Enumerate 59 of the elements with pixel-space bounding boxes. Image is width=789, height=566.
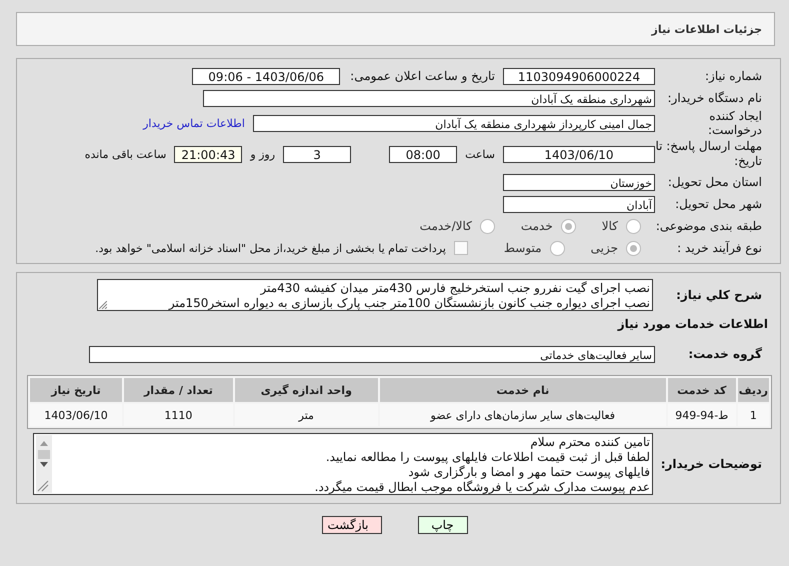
radio-button[interactable] <box>480 218 495 234</box>
column-header: ردیف <box>738 378 769 402</box>
remaining-time-field: 21:00:43 <box>174 146 242 162</box>
table-cell: 1403/06/10 <box>30 404 122 426</box>
description-field[interactable]: نصب اجرای گیت نفررو جنب استخرخلیج فارس 430متر میدان کفیشه 430متر نصب اجرای دیواره جنب کانون بازنشستگان 100متر جنب پارک بازسازی به دیواره استخر150متر <box>97 279 653 311</box>
field-label: توضیحات خریدار: <box>660 457 763 471</box>
days-field: 3 <box>283 146 352 162</box>
announce-date-field: 1403/06/06 - 09:06 <box>192 68 340 84</box>
table-cell: ط-94-949 <box>668 404 736 426</box>
field-label: شرح کلي نياز: <box>675 288 763 302</box>
field-label: ساعت باقی مانده <box>84 148 166 160</box>
resize-grip-icon[interactable] <box>99 301 107 309</box>
radio-label: خدمت <box>520 219 553 233</box>
field-label: ایجاد کننده درخواست: <box>707 109 763 137</box>
table-cell: 1 <box>738 404 769 426</box>
checkbox[interactable] <box>454 241 468 255</box>
field-label: طبقه بندی موضوعی: <box>655 219 763 233</box>
radio-button[interactable] <box>550 240 565 256</box>
field-label: گروه خدمت: <box>687 347 763 361</box>
creator-field: جمال امینی کارپرداز شهرداری منطقه یک آبادان <box>253 114 655 132</box>
deadline-time-field: 08:00 <box>389 146 458 162</box>
column-header: واحد اندازه گیری <box>234 378 378 402</box>
field-label: ساعت <box>465 148 495 160</box>
radio-button[interactable] <box>626 218 641 234</box>
back-button[interactable]: بازگشت <box>322 516 382 534</box>
table-cell: متر <box>234 404 378 426</box>
buyer-field: شهرداری منطقه یک آبادان <box>203 90 655 106</box>
field-label: شماره نیاز: <box>704 69 763 83</box>
column-header: تاریخ نیاز <box>30 378 122 402</box>
column-header: نام خدمت <box>380 378 666 402</box>
service-group-field: سایر فعالیت‌های خدماتی <box>89 346 655 362</box>
field-label: نام دستگاه خریدار: <box>666 91 763 105</box>
field-label: شهر محل تحویل: <box>674 197 763 211</box>
field-label: تاریخ و ساعت اعلان عمومی: <box>350 69 495 83</box>
city-field: آبادان <box>503 196 655 212</box>
radio-label: جزیی <box>590 241 618 255</box>
scrollbar-icon[interactable] <box>36 435 52 493</box>
notes-field[interactable]: تامین کننده محترم سلام لطفا قبل از ثبت قیمت اطلاعات فایلهای پیوست را مطالعه نمایید. فایلهای پیوست حتما مهر و امضا و بارگزاری شود عدم پیوست مدارک شرکت یا فروشگاه موجب ابطال قیمت میگردد. <box>33 433 653 495</box>
treasury-note: پرداخت تمام یا بخشی از مبلغ خرید،از محل "اسناد خزانه اسلامی" خواهد بود. <box>95 242 446 254</box>
radio-button[interactable] <box>626 240 641 256</box>
column-header: تعداد / مقدار <box>124 378 233 402</box>
province-field: خوزستان <box>503 174 655 190</box>
field-label: روز و <box>250 148 276 160</box>
radio-label: کالا <box>602 219 618 233</box>
field-label: استان محل تحویل: <box>666 175 763 189</box>
field-label: نوع فرآیند خرید : <box>676 241 763 255</box>
page-title: جزئیات اطلاعات نیاز <box>652 22 762 36</box>
need-number-field: 1103094906000224 <box>503 68 655 84</box>
radio-label: کالا/خدمت <box>420 219 472 233</box>
section-title: اطلاعات خدمات مورد نياز <box>616 316 769 333</box>
table-cell: فعالیت‌های سایر سازمان‌های دارای عضو <box>380 404 666 426</box>
table-cell: 1110 <box>124 404 233 426</box>
column-header: کد خدمت <box>668 378 736 402</box>
field-label: مهلت ارسال پاسخ: تا تاریخ: <box>655 139 763 169</box>
radio-label: متوسط <box>504 241 542 255</box>
radio-button[interactable] <box>560 218 576 234</box>
contact-link[interactable]: اطلاعات تماس خریدار <box>143 116 245 130</box>
deadline-date-field: 1403/06/10 <box>503 146 655 162</box>
print-button[interactable]: چاپ <box>418 516 468 534</box>
